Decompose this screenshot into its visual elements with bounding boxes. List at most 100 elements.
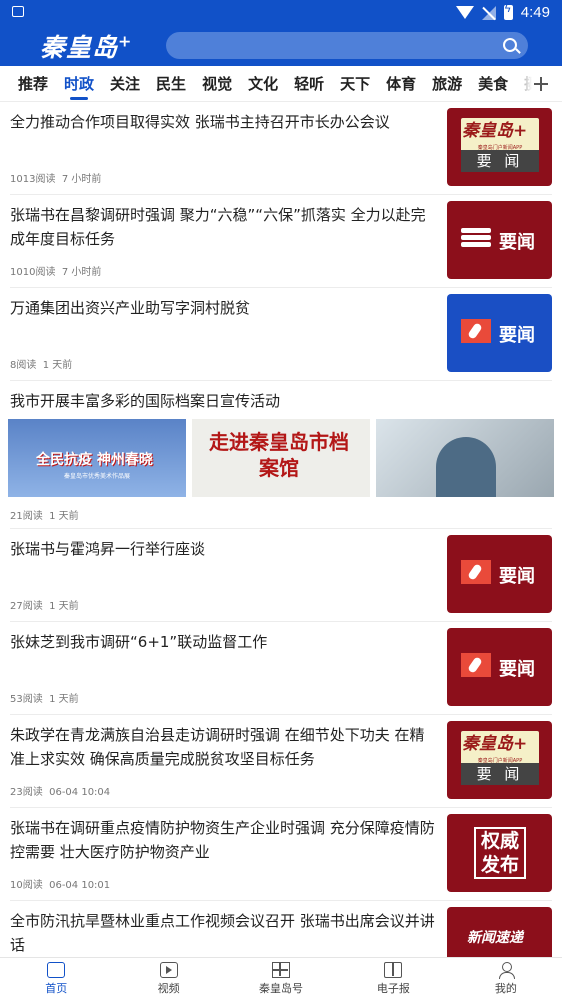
thumbnail-brand: 秦皇岛+ [462,734,528,754]
book-icon [384,962,403,978]
thumbnail-label: 要闻 [499,325,535,346]
news-title: 朱政学在青龙满族自治县走访调研时强调 在细节处下功夫 在精准上求实效 确保高质量… [10,726,425,768]
wifi-icon [455,6,474,19]
tabbar-home[interactable]: 首页 [0,958,112,999]
gallery-image [376,419,554,497]
tab-listen[interactable]: 轻听 [286,66,332,101]
news-item-gallery[interactable]: 我市开展丰富多彩的国际档案日宣传活动 全民抗疫 神州春晓 秦皇岛市优秀美术作品展… [8,381,554,529]
news-thumbnail: 要闻 [447,294,552,372]
no-signal-icon [481,5,496,20]
tab-sports[interactable]: 体育 [378,66,424,101]
publish-time: 1 天前 [49,511,79,522]
bottom-tabbar: 首页 视频 秦皇岛号 电子报 我的 [0,957,562,999]
tab-travel[interactable]: 旅游 [424,66,470,101]
read-count: 8阅读 [10,360,37,371]
news-meta: 27阅读 1 天前 [10,597,79,612]
news-meta: 21阅读 1 天前 [10,507,79,522]
tabbar-video[interactable]: 视频 [112,958,224,999]
gallery-images: 全民抗疫 神州春晓 秦皇岛市优秀美术作品展 走进秦皇岛市档案馆 [8,419,556,497]
tabbar-label: 电子报 [376,982,410,995]
news-title: 张瑞书在调研重点疫情防护物资生产企业时强调 充分保障疫情防控需要 壮大医疗防护物… [10,819,435,861]
logo-text: 秦皇岛 [40,33,119,62]
video-icon [159,962,178,978]
news-thumbnail: 要闻 [447,201,552,279]
news-title: 我市开展丰富多彩的国际档案日宣传活动 [10,392,281,410]
logo-plus: + [118,31,133,51]
gallery-image-text: 全民抗疫 神州春晓 [36,452,153,468]
news-item[interactable]: 张瑞书与霍鸿昇一行举行座谈 27阅读 1 天前 要闻 [10,529,552,622]
publish-time: 1 天前 [42,360,73,371]
read-count: 10阅读 [10,880,43,891]
tabbar-qhd-account[interactable]: 秦皇岛号 [225,958,337,999]
news-thumbnail: 秦皇岛+ 秦皇岛门户新闻APP 要 闻 [447,721,552,799]
gallery-image-text: 走进秦皇岛市档案馆 [209,430,349,480]
news-meta: 1013阅读 7 小时前 [10,170,101,185]
news-title: 张瑞书在昌黎调研时强调 聚力“六稳”“六保”抓落实 全力以赴完成年度目标任务 [10,206,426,248]
publish-time: 7 小时前 [61,267,102,278]
user-icon [497,962,515,979]
news-item[interactable]: 张瑞书在调研重点疫情防护物资生产企业时强调 充分保障疫情防控需要 壮大医疗防护物… [10,808,552,901]
tab-livelihood[interactable]: 民生 [148,66,194,101]
tabbar-mine[interactable]: 我的 [450,958,562,999]
tab-recommend[interactable]: 推荐 [10,66,56,101]
news-meta: 8阅读 1 天前 [10,356,72,371]
add-channel-icon[interactable] [534,77,548,91]
tabbar-label: 首页 [45,982,68,995]
tabbar-label: 我的 [494,982,517,995]
news-item[interactable]: 全市防汛抗旱暨林业重点工作视频会议召开 张瑞书出席会议并讲话 新闻速递 [10,901,552,957]
publish-time: 06-04 10:01 [49,880,111,891]
read-count: 21阅读 [10,511,43,522]
thumbnail-brand: 秦皇岛+ [462,121,528,141]
news-item[interactable]: 张瑞书在昌黎调研时强调 聚力“六稳”“六保”抓落实 全力以赴完成年度目标任务 1… [10,195,552,288]
publish-time: 1 天前 [49,694,79,705]
thumbnail-label: 权威 发布 [474,827,526,879]
tabbar-epaper[interactable]: 电子报 [337,958,449,999]
gallery-image: 走进秦皇岛市档案馆 [192,419,370,497]
tab-visual[interactable]: 视觉 [194,66,240,101]
search-input[interactable] [166,32,528,59]
tab-follow[interactable]: 关注 [102,66,148,101]
news-feed: 全力推动合作项目取得实效 张瑞书主持召开市长办公会议 1013阅读 7 小时前 … [0,102,562,957]
gallery-image: 全民抗疫 神州春晓 秦皇岛市优秀美术作品展 [8,419,186,497]
news-meta: 53阅读 1 天前 [10,690,79,705]
news-title: 张妹芝到我市调研“6+1”联动监督工作 [10,633,268,651]
news-thumbnail: 权威 发布 [447,814,552,892]
news-item[interactable]: 全力推动合作项目取得实效 张瑞书主持召开市长办公会议 1013阅读 7 小时前 … [10,102,552,195]
read-count: 27阅读 [10,601,43,612]
news-title: 全力推动合作项目取得实效 张瑞书主持召开市长办公会议 [10,113,390,131]
status-bar: 4:49 [0,0,562,26]
app-logo[interactable]: 秦皇岛+ [40,28,132,64]
app-header: 秦皇岛+ [0,26,562,66]
news-item[interactable]: 张妹芝到我市调研“6+1”联动监督工作 53阅读 1 天前 要闻 [10,622,552,715]
news-meta: 10阅读 06-04 10:01 [10,876,110,891]
news-item[interactable]: 万通集团出资兴产业助写字洞村脱贫 8阅读 1 天前 要闻 [10,288,552,381]
tabbar-label: 秦皇岛号 [259,982,304,995]
search-icon[interactable] [503,38,517,52]
news-title: 全市防汛抗旱暨林业重点工作视频会议召开 张瑞书出席会议并讲话 [10,912,435,954]
tabbar-label: 视频 [157,982,180,995]
thumbnail-label: 要闻 [499,566,535,587]
tab-culture[interactable]: 文化 [240,66,286,101]
news-thumbnail: 新闻速递 [447,907,552,957]
read-count: 53阅读 [10,694,43,705]
news-thumbnail: 要闻 [447,628,552,706]
battery-charging-icon [503,3,513,20]
read-count: 1013阅读 [10,174,56,185]
tab-food[interactable]: 美食 [470,66,516,101]
screencast-icon [12,6,24,17]
thumbnail-label: 要 闻 [461,763,539,785]
tab-world[interactable]: 天下 [332,66,378,101]
news-item[interactable]: 朱政学在青龙满族自治县走访调研时强调 在细节处下功夫 在精准上求实效 确保高质量… [10,715,552,808]
microphone-icon [461,319,491,343]
gallery-image-subtext: 秦皇岛市优秀美术作品展 [64,473,131,480]
gallery-photo-person [436,437,496,497]
home-icon [47,962,66,978]
news-thumbnail: 要闻 [447,535,552,613]
microphone-icon [461,653,491,677]
publish-time: 06-04 10:04 [49,787,111,798]
tab-politics[interactable]: 时政 [56,66,102,101]
thumbnail-label: 要 闻 [461,150,539,172]
publish-time: 7 小时前 [61,174,102,185]
status-time: 4:49 [520,4,550,21]
microphone-icon [461,560,491,584]
